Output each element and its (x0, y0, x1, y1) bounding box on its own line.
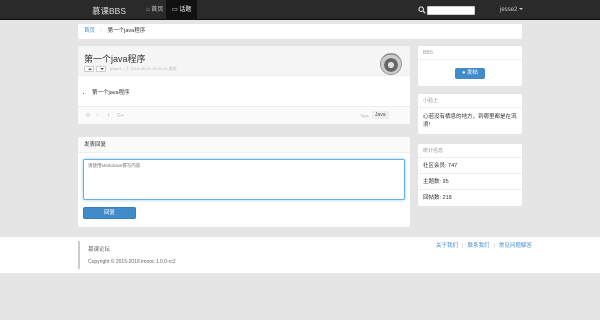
reply-heading: 发表回复 (78, 137, 410, 153)
nav-home[interactable]: ⌂ 首页 (140, 0, 169, 20)
nav-topics-label: 话题 (179, 7, 192, 13)
avatar[interactable] (380, 53, 402, 75)
comments-icon: ▭ (172, 7, 178, 13)
brand-logo[interactable]: 慕课BBS (92, 5, 126, 17)
tags-label: Tags: (360, 113, 370, 118)
search-input[interactable] (427, 6, 475, 15)
footer-link-about[interactable]: 关于我们 (436, 243, 458, 249)
new-post-button[interactable]: ● 发帖 (455, 68, 485, 79)
topic-header: 第一个java程序 jesse1 • 于 2016-06-25 15:32:34… (78, 46, 410, 76)
footer-link-contact[interactable]: 联系我们 (467, 243, 489, 249)
stat-topics: 主题数: 95 (418, 174, 522, 190)
downvote-button[interactable] (96, 66, 106, 72)
topic-panel: 第一个java程序 jesse1 • 于 2016-06-25 15:32:34… (78, 46, 410, 124)
chevron-up-icon (87, 68, 92, 70)
search-icon (418, 6, 426, 14)
nav-topics[interactable]: ▭ 话题 (166, 0, 198, 20)
tag-java[interactable]: Java (372, 111, 389, 119)
reply-button[interactable]: 回复 (83, 207, 136, 219)
topic-title: 第一个java程序 (84, 54, 146, 64)
weibo-icon[interactable]: ʘ (86, 113, 90, 119)
google-plus-icon[interactable]: G+ (117, 113, 124, 119)
footer-copyright: Copyright © 2015-2016 imooc 1.0.0-rc2 (88, 259, 176, 265)
footer-link-separator: | (462, 243, 464, 249)
tips-text: 心若没有栖息的地方，到哪里都是在流浪! (423, 114, 517, 128)
stat-replies: 回帖数: 218 (423, 195, 452, 201)
breadcrumb-separator: / (100, 28, 103, 34)
breadcrumb-current: 第一个java程序 (107, 28, 146, 34)
user-icon: ● (462, 70, 466, 76)
footer-link-separator: | (493, 243, 495, 249)
reply-textarea[interactable] (83, 159, 405, 200)
bbs-heading: BBS (418, 46, 522, 60)
topic-meta: jesse1 • 于 2016-06-25 15:32:34 发帖 (110, 66, 177, 71)
chevron-down-icon (99, 68, 104, 70)
footer-link-faq[interactable]: 常见问题解答 (499, 243, 532, 249)
twitter-icon[interactable]: ᵗ (97, 113, 98, 119)
chevron-down-icon (519, 8, 524, 11)
nav-home-label: 首页 (151, 7, 164, 13)
breadcrumb: 首页 / 第一个java程序 (78, 24, 522, 39)
breadcrumb-home[interactable]: 首页 (84, 28, 95, 34)
list-item: 第一个java程序 (92, 88, 130, 96)
username: jesse2 (500, 7, 518, 13)
facebook-icon[interactable]: f (108, 113, 109, 119)
tips-heading: 小贴士 (418, 94, 522, 108)
footer-title: 慕课论坛 (88, 247, 111, 253)
footer-info: 慕课论坛 Copyright © 2015-2016 imooc 1.0.0-r… (78, 241, 176, 269)
top-navbar: 慕课BBS ⌂ 首页 ▭ 话题 jesse2 (0, 0, 600, 20)
tips-panel: 小贴士 心若没有栖息的地方，到哪里都是在流浪! (418, 94, 522, 134)
stat-members: 社区会员: 747 (418, 158, 522, 174)
reply-panel: 发表回复 回复 (78, 137, 410, 227)
topic-body: 第一个java程序 (92, 88, 130, 96)
bbs-panel: BBS ● 发帖 (418, 46, 522, 86)
stats-panel: 统计信息 社区会员: 747 主题数: 95 回帖数: 218 (418, 144, 522, 206)
stats-heading: 统计信息 (418, 144, 522, 158)
new-post-label: 发帖 (466, 70, 478, 76)
user-menu[interactable]: jesse2 (500, 0, 524, 20)
upvote-button[interactable] (84, 66, 94, 72)
topic-footer: ʘ ᵗ f G+ Tags: Java (78, 106, 410, 124)
home-icon: ⌂ (146, 7, 150, 13)
footer-links: 关于我们 | 联系我们 | 常见问题解答 (436, 241, 532, 249)
page-footer: 慕课论坛 Copyright © 2015-2016 imooc 1.0.0-r… (0, 237, 600, 273)
